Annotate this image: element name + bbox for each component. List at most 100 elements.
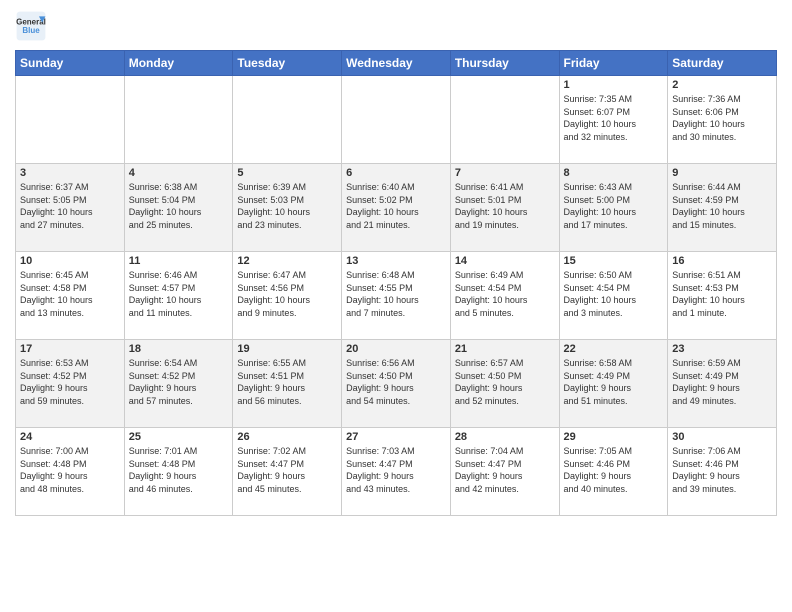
day-info: Sunrise: 7:04 AM Sunset: 4:47 PM Dayligh… [455,445,555,495]
day-cell: 17 Sunrise: 6:53 AM Sunset: 4:52 PM Dayli… [16,340,125,428]
day-cell: 16 Sunrise: 6:51 AM Sunset: 4:53 PM Dayli… [668,252,777,340]
day-cell: 10 Sunrise: 6:45 AM Sunset: 4:58 PM Dayli… [16,252,125,340]
day-cell [450,76,559,164]
day-number: 20 [346,343,446,355]
day-number: 21 [455,343,555,355]
day-number: 10 [20,255,120,267]
day-number: 8 [564,167,664,179]
day-cell: 22 Sunrise: 6:58 AM Sunset: 4:49 PM Dayli… [559,340,668,428]
day-number: 30 [672,431,772,443]
day-cell: 21 Sunrise: 6:57 AM Sunset: 4:50 PM Dayli… [450,340,559,428]
day-cell: 9Sunrise: 6:44 AM Sunset: 4:59 PM Daylig… [668,164,777,252]
day-number: 22 [564,343,664,355]
day-cell: 11 Sunrise: 6:46 AM Sunset: 4:57 PM Dayli… [124,252,233,340]
day-number: 18 [129,343,229,355]
day-info: Sunrise: 6:55 AM Sunset: 4:51 PM Dayligh… [237,357,337,407]
day-cell: 28 Sunrise: 7:04 AM Sunset: 4:47 PM Dayli… [450,428,559,516]
day-info: Sunrise: 6:40 AM Sunset: 5:02 PM Dayligh… [346,181,446,231]
day-info: Sunrise: 7:00 AM Sunset: 4:48 PM Dayligh… [20,445,120,495]
day-info: Sunrise: 7:36 AM Sunset: 6:06 PM Dayligh… [672,93,772,143]
day-info: Sunrise: 6:38 AM Sunset: 5:04 PM Dayligh… [129,181,229,231]
week-row-3: 10 Sunrise: 6:45 AM Sunset: 4:58 PM Dayli… [16,252,777,340]
day-cell: 5 Sunrise: 6:39 AM Sunset: 5:03 PM Daylig… [233,164,342,252]
day-number: 25 [129,431,229,443]
day-info: Sunrise: 7:03 AM Sunset: 4:47 PM Dayligh… [346,445,446,495]
day-info: Sunrise: 6:39 AM Sunset: 5:03 PM Dayligh… [237,181,337,231]
day-info: Sunrise: 7:06 AM Sunset: 4:46 PM Dayligh… [672,445,772,495]
header-cell-wednesday: Wednesday [342,51,451,76]
day-number: 19 [237,343,337,355]
day-cell [124,76,233,164]
header-cell-sunday: Sunday [16,51,125,76]
day-number: 1 [564,79,664,91]
day-cell: 7 Sunrise: 6:41 AM Sunset: 5:01 PM Daylig… [450,164,559,252]
day-cell: 27Sunrise: 7:03 AM Sunset: 4:47 PM Dayli… [342,428,451,516]
svg-text:Blue: Blue [22,26,40,35]
day-number: 6 [346,167,446,179]
day-cell: 26Sunrise: 7:02 AM Sunset: 4:47 PM Dayli… [233,428,342,516]
day-info: Sunrise: 6:50 AM Sunset: 4:54 PM Dayligh… [564,269,664,319]
day-info: Sunrise: 7:01 AM Sunset: 4:48 PM Dayligh… [129,445,229,495]
day-info: Sunrise: 6:46 AM Sunset: 4:57 PM Dayligh… [129,269,229,319]
day-info: Sunrise: 7:05 AM Sunset: 4:46 PM Dayligh… [564,445,664,495]
day-info: Sunrise: 6:56 AM Sunset: 4:50 PM Dayligh… [346,357,446,407]
day-cell [16,76,125,164]
day-cell: 19 Sunrise: 6:55 AM Sunset: 4:51 PM Dayli… [233,340,342,428]
header-row: SundayMondayTuesdayWednesdayThursdayFrid… [16,51,777,76]
day-cell: 15 Sunrise: 6:50 AM Sunset: 4:54 PM Dayli… [559,252,668,340]
day-cell: 20 Sunrise: 6:56 AM Sunset: 4:50 PM Dayli… [342,340,451,428]
day-info: Sunrise: 6:51 AM Sunset: 4:53 PM Dayligh… [672,269,772,319]
calendar-header: SundayMondayTuesdayWednesdayThursdayFrid… [16,51,777,76]
day-info: Sunrise: 7:35 AM Sunset: 6:07 PM Dayligh… [564,93,664,143]
day-cell: 30 Sunrise: 7:06 AM Sunset: 4:46 PM Dayli… [668,428,777,516]
page-container: General Blue SundayMondayTuesdayWednesda… [0,0,792,521]
calendar-table: SundayMondayTuesdayWednesdayThursdayFrid… [15,50,777,516]
day-info: Sunrise: 6:47 AM Sunset: 4:56 PM Dayligh… [237,269,337,319]
logo-icon: General Blue [15,10,47,42]
day-info: Sunrise: 6:44 AM Sunset: 4:59 PM Dayligh… [672,181,772,231]
day-number: 29 [564,431,664,443]
day-cell: 25 Sunrise: 7:01 AM Sunset: 4:48 PM Dayli… [124,428,233,516]
day-cell: 4Sunrise: 6:38 AM Sunset: 5:04 PM Daylig… [124,164,233,252]
day-number: 3 [20,167,120,179]
calendar-body: 1 Sunrise: 7:35 AM Sunset: 6:07 PM Daylig… [16,76,777,516]
day-info: Sunrise: 6:54 AM Sunset: 4:52 PM Dayligh… [129,357,229,407]
week-row-1: 1 Sunrise: 7:35 AM Sunset: 6:07 PM Daylig… [16,76,777,164]
header-cell-thursday: Thursday [450,51,559,76]
day-info: Sunrise: 6:53 AM Sunset: 4:52 PM Dayligh… [20,357,120,407]
day-cell: 14Sunrise: 6:49 AM Sunset: 4:54 PM Dayli… [450,252,559,340]
day-cell [233,76,342,164]
day-cell: 8 Sunrise: 6:43 AM Sunset: 5:00 PM Daylig… [559,164,668,252]
day-info: Sunrise: 6:49 AM Sunset: 4:54 PM Dayligh… [455,269,555,319]
day-number: 24 [20,431,120,443]
day-number: 28 [455,431,555,443]
day-number: 5 [237,167,337,179]
day-cell [342,76,451,164]
header: General Blue [15,10,777,42]
day-number: 23 [672,343,772,355]
day-cell: 2 Sunrise: 7:36 AM Sunset: 6:06 PM Daylig… [668,76,777,164]
day-number: 17 [20,343,120,355]
day-number: 13 [346,255,446,267]
day-info: Sunrise: 6:57 AM Sunset: 4:50 PM Dayligh… [455,357,555,407]
week-row-5: 24 Sunrise: 7:00 AM Sunset: 4:48 PM Dayli… [16,428,777,516]
day-info: Sunrise: 6:45 AM Sunset: 4:58 PM Dayligh… [20,269,120,319]
day-cell: 13Sunrise: 6:48 AM Sunset: 4:55 PM Dayli… [342,252,451,340]
header-cell-tuesday: Tuesday [233,51,342,76]
day-info: Sunrise: 6:37 AM Sunset: 5:05 PM Dayligh… [20,181,120,231]
week-row-4: 17 Sunrise: 6:53 AM Sunset: 4:52 PM Dayli… [16,340,777,428]
header-cell-saturday: Saturday [668,51,777,76]
day-number: 16 [672,255,772,267]
day-number: 15 [564,255,664,267]
day-info: Sunrise: 6:59 AM Sunset: 4:49 PM Dayligh… [672,357,772,407]
day-cell: 23 Sunrise: 6:59 AM Sunset: 4:49 PM Dayli… [668,340,777,428]
day-number: 7 [455,167,555,179]
day-info: Sunrise: 6:41 AM Sunset: 5:01 PM Dayligh… [455,181,555,231]
day-number: 11 [129,255,229,267]
day-info: Sunrise: 6:58 AM Sunset: 4:49 PM Dayligh… [564,357,664,407]
logo: General Blue [15,10,51,42]
day-info: Sunrise: 6:43 AM Sunset: 5:00 PM Dayligh… [564,181,664,231]
day-number: 2 [672,79,772,91]
day-cell: 18 Sunrise: 6:54 AM Sunset: 4:52 PM Dayli… [124,340,233,428]
day-cell: 3 Sunrise: 6:37 AM Sunset: 5:05 PM Daylig… [16,164,125,252]
